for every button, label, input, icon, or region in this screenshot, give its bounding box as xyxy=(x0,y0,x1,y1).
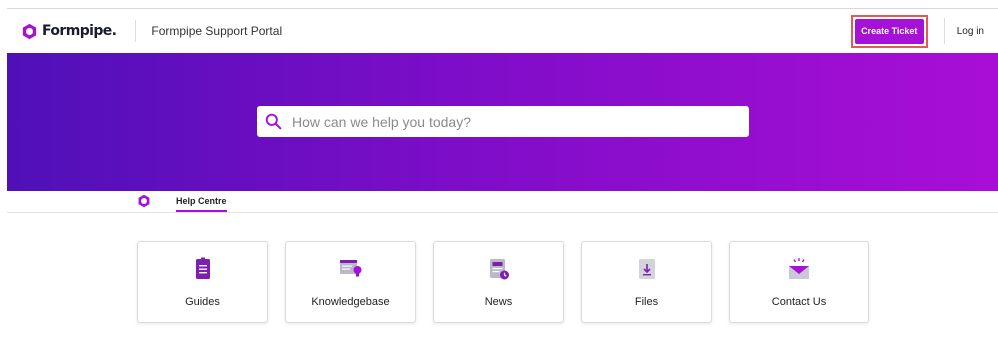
brand-logo[interactable]: Formpipe. xyxy=(21,23,117,40)
site-header: Formpipe. Formpipe Support Portal Create… xyxy=(7,9,998,53)
knowledgebase-lightbulb-icon xyxy=(339,260,361,277)
files-download-icon xyxy=(638,259,655,279)
tab-help-centre[interactable]: Help Centre xyxy=(176,196,227,212)
portal-title[interactable]: Formpipe Support Portal xyxy=(151,24,282,38)
card-label: Knowledgebase xyxy=(311,296,390,308)
header-divider xyxy=(135,20,137,42)
breadcrumb-nav: Help Centre xyxy=(7,191,998,213)
card-files[interactable]: Files xyxy=(581,241,712,323)
brand-name: Formpipe. xyxy=(42,23,117,39)
create-ticket-highlight: Create Ticket xyxy=(850,14,928,48)
login-link[interactable]: Log in xyxy=(957,26,984,37)
card-label: Guides xyxy=(185,296,220,308)
header-divider-right xyxy=(943,18,945,44)
guides-document-icon xyxy=(195,257,210,279)
card-knowledgebase[interactable]: Knowledgebase xyxy=(285,241,416,323)
search-icon xyxy=(265,113,282,130)
card-label: Files xyxy=(634,296,659,308)
hero-banner xyxy=(7,53,998,191)
card-news[interactable]: News xyxy=(433,241,564,323)
card-guides[interactable]: Guides xyxy=(137,241,268,323)
formpipe-small-logo-icon[interactable] xyxy=(137,194,151,208)
search-bar[interactable] xyxy=(257,106,749,137)
news-clock-icon xyxy=(489,259,509,280)
search-input[interactable] xyxy=(292,113,732,130)
contact-envelope-icon xyxy=(789,258,809,279)
card-contact-us[interactable]: Contact Us xyxy=(729,241,869,323)
category-cards: Guides Knowledgebase News Files Contact … xyxy=(137,241,869,323)
formpipe-logo-icon xyxy=(22,23,37,39)
card-label: Contact Us xyxy=(771,296,827,308)
card-label: News xyxy=(484,296,513,308)
create-ticket-button[interactable]: Create Ticket xyxy=(854,18,924,44)
